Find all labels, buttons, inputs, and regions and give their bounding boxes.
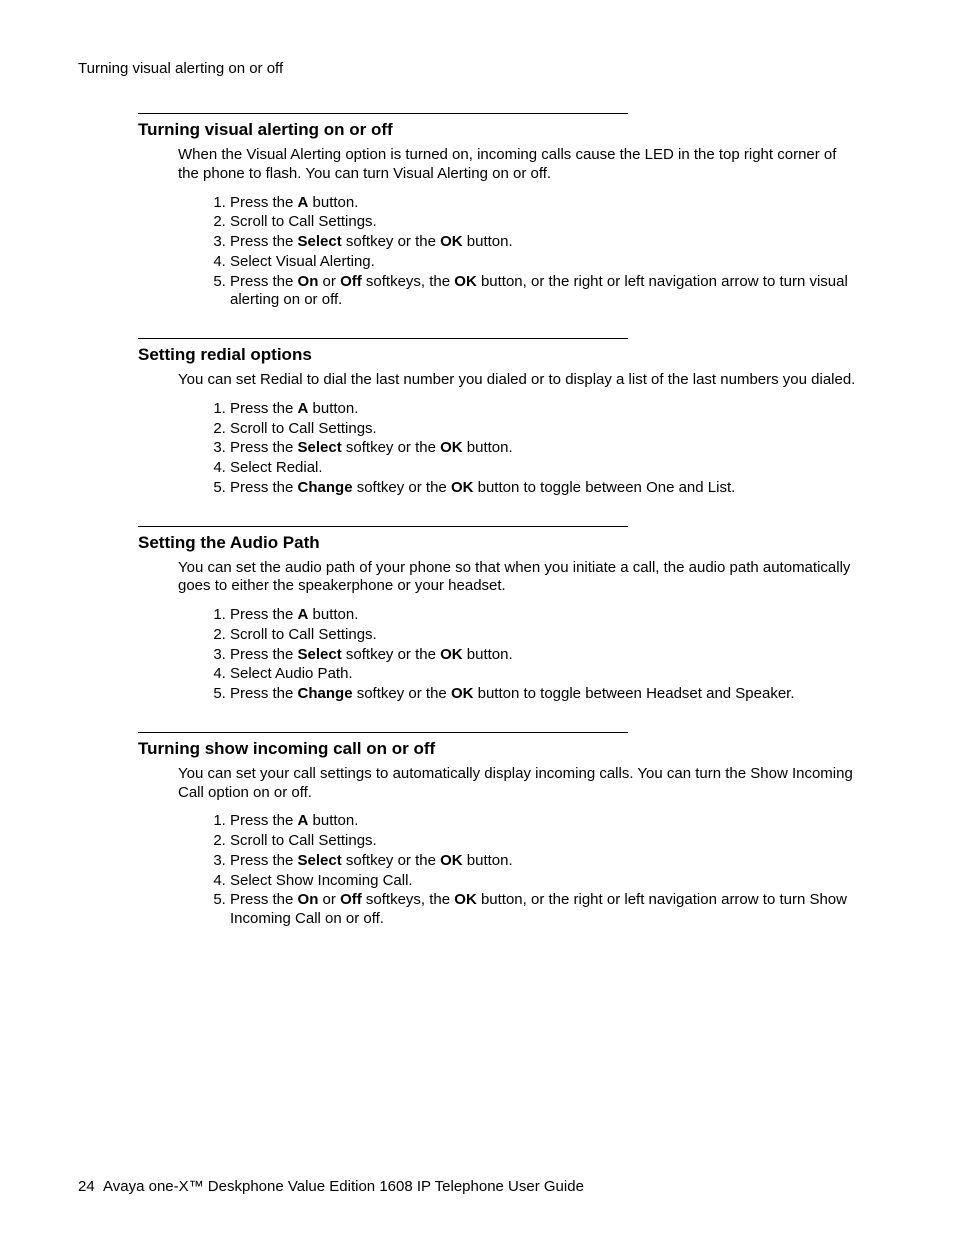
section-audio-path: Setting the Audio Path You can set the a… (138, 526, 856, 704)
section-rule (138, 732, 628, 733)
section-rule (138, 113, 628, 114)
page-footer: 24 Avaya one-X™ Deskphone Value Edition … (78, 1178, 584, 1195)
step-item: Press the Select softkey or the OK butto… (230, 233, 856, 252)
step-item: Press the Select softkey or the OK butto… (230, 439, 856, 458)
section-steps: Press the A button. Scroll to Call Setti… (206, 812, 856, 929)
step-item: Press the A button. (230, 812, 856, 831)
section-rule (138, 338, 628, 339)
section-show-incoming-call: Turning show incoming call on or off You… (138, 732, 856, 929)
step-item: Press the Change softkey or the OK butto… (230, 685, 856, 704)
step-item: Scroll to Call Settings. (230, 420, 856, 439)
section-intro: You can set the audio path of your phone… (178, 559, 856, 597)
step-item: Scroll to Call Settings. (230, 832, 856, 851)
section-steps: Press the A button. Scroll to Call Setti… (206, 400, 856, 498)
page-number: 24 (78, 1178, 95, 1195)
section-heading: Turning visual alerting on or off (138, 120, 856, 140)
step-item: Select Show Incoming Call. (230, 872, 856, 891)
section-intro: You can set your call settings to automa… (178, 765, 856, 803)
step-item: Scroll to Call Settings. (230, 213, 856, 232)
section-visual-alerting: Turning visual alerting on or off When t… (138, 113, 856, 310)
step-item: Press the A button. (230, 606, 856, 625)
page: Turning visual alerting on or off Turnin… (0, 0, 954, 1235)
step-item: Press the Select softkey or the OK butto… (230, 852, 856, 871)
step-item: Press the A button. (230, 194, 856, 213)
section-intro: You can set Redial to dial the last numb… (178, 371, 856, 390)
section-heading: Setting redial options (138, 345, 856, 365)
section-intro: When the Visual Alerting option is turne… (178, 146, 856, 184)
step-item: Press the On or Off softkeys, the OK but… (230, 273, 856, 311)
section-rule (138, 526, 628, 527)
step-item: Select Visual Alerting. (230, 253, 856, 272)
section-steps: Press the A button. Scroll to Call Setti… (206, 194, 856, 311)
footer-title: Avaya one-X™ Deskphone Value Edition 160… (103, 1178, 584, 1195)
step-item: Select Redial. (230, 459, 856, 478)
content-area: Turning visual alerting on or off When t… (138, 113, 856, 929)
step-item: Press the Change softkey or the OK butto… (230, 479, 856, 498)
section-redial-options: Setting redial options You can set Redia… (138, 338, 856, 498)
running-header: Turning visual alerting on or off (78, 60, 876, 77)
step-item: Press the A button. (230, 400, 856, 419)
step-item: Press the Select softkey or the OK butto… (230, 646, 856, 665)
section-heading: Turning show incoming call on or off (138, 739, 856, 759)
section-steps: Press the A button. Scroll to Call Setti… (206, 606, 856, 704)
step-item: Scroll to Call Settings. (230, 626, 856, 645)
section-heading: Setting the Audio Path (138, 533, 856, 553)
step-item: Select Audio Path. (230, 665, 856, 684)
step-item: Press the On or Off softkeys, the OK but… (230, 891, 856, 929)
